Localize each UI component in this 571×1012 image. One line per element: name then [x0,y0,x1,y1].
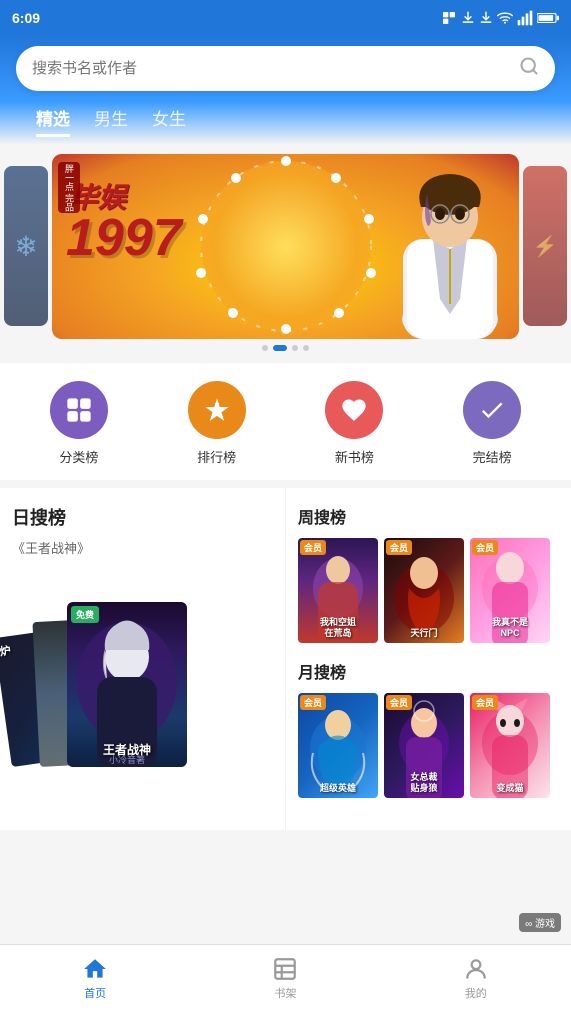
battery-icon [537,12,559,24]
week-book-3-badge: 会员 [472,540,498,555]
header-bg: 精选 男生 女生 [0,36,571,145]
status-time: 6:09 [12,10,40,26]
dot-3[interactable] [292,345,298,351]
day-chart-subtitle: 《王者战神》 [12,538,273,557]
download2-icon [479,11,493,25]
bottom-nav: 首页 书架 我的 [0,944,571,1012]
day-chart-title: 日搜榜 [12,504,273,530]
category-completed[interactable]: 完结榜 [463,381,521,466]
wifi-icon [497,10,513,26]
month-chart: 月搜榜 会员 超级英雄 [298,659,559,798]
status-icons [441,10,559,26]
tab-female[interactable]: 女生 [152,105,186,137]
banner-dots [0,345,571,351]
month-chart-title: 月搜榜 [298,659,559,683]
book-badge-free: 免费 [71,606,99,623]
nav-bookshelf-label: 书架 [274,985,296,1001]
month-book-3-badge: 会员 [472,695,498,710]
category-completed-label: 完结榜 [473,447,512,466]
week-book-3[interactable]: 会员 我真不是NPC [470,538,550,643]
watermark: ∞ 游戏 [519,913,561,932]
week-book-2[interactable]: 会员 天行门 [384,538,464,643]
book-stack: 炉 小冷音著 区 [12,567,273,767]
charts-section: 日搜榜 《王者战神》 炉 小冷音著 区 [0,488,571,830]
book-front-author: 小冷音著 [71,753,183,766]
month-book-1[interactable]: 会员 超级英雄 [298,693,378,798]
banner-label: 胖一点 完品 [58,162,80,214]
nav-bookshelf[interactable]: 书架 [190,956,380,1001]
nav-home-label: 首页 [84,985,106,1001]
week-book-3-title: 我真不是NPC [472,617,548,639]
home-icon [82,956,108,982]
day-chart: 日搜榜 《王者战神》 炉 小冷音著 区 [0,488,286,830]
search-input[interactable] [32,60,511,77]
banner-main[interactable]: 胖一点 完品 毕娱 1997 [52,154,519,339]
category-completed-icon [463,381,521,439]
category-ranking-icon [188,381,246,439]
month-book-2-title: 女总裁贴身狼 [386,772,462,794]
category-classified[interactable]: 分类榜 [50,381,108,466]
banner-area: ❄ [0,145,571,355]
category-section: 分类榜 排行榜 新书榜 完结榜 [0,363,571,480]
category-new-icon [325,381,383,439]
notification-icon [441,10,457,26]
month-book-2[interactable]: 会员 女总裁贴身狼 [384,693,464,798]
profile-icon [463,956,489,982]
nav-home[interactable]: 首页 [0,956,190,1001]
status-bar: 6:09 [0,0,571,36]
search-icon [519,56,539,81]
week-chart: 周搜榜 会员 我和空姐在荒岛 [298,504,559,643]
category-classified-icon [50,381,108,439]
week-book-1-title: 我和空姐在荒岛 [300,617,376,639]
banner-year: 1997 [66,208,182,268]
banner-right: ⚡ [523,166,567,326]
month-book-1-badge: 会员 [300,695,326,710]
week-book-grid: 会员 我和空姐在荒岛 会员 天行门 [298,538,559,643]
nav-profile-label: 我的 [465,985,487,1001]
bookshelf-icon [272,956,298,982]
tab-featured[interactable]: 精选 [36,105,70,137]
category-ranking[interactable]: 排行榜 [188,381,246,466]
month-book-1-title: 超级英雄 [300,783,376,794]
book-front[interactable]: 免费 王者战神 小冷音著 [67,602,187,767]
dot-2[interactable] [273,345,287,351]
week-chart-title: 周搜榜 [298,504,559,528]
category-ranking-label: 排行榜 [197,447,236,466]
category-new[interactable]: 新书榜 [325,381,383,466]
banner-left: ❄ [4,166,48,326]
category-new-label: 新书榜 [335,447,374,466]
category-classified-label: 分类榜 [59,447,98,466]
signal-icon [517,10,533,26]
nav-profile[interactable]: 我的 [381,956,571,1001]
banner-container[interactable]: ❄ [0,151,571,341]
search-bar[interactable] [16,46,555,91]
dot-1[interactable] [262,345,268,351]
week-book-1[interactable]: 会员 我和空姐在荒岛 [298,538,378,643]
side-charts: 周搜榜 会员 我和空姐在荒岛 [286,488,571,830]
month-book-3[interactable]: 会员 变成猫 [470,693,550,798]
week-book-1-badge: 会员 [300,540,326,555]
week-book-2-badge: 会员 [386,540,412,555]
month-book-3-title: 变成猫 [472,783,548,794]
dot-4[interactable] [303,345,309,351]
month-book-grid: 会员 超级英雄 会员 女总裁贴身狼 [298,693,559,798]
week-book-2-title: 天行门 [386,628,462,639]
tab-male[interactable]: 男生 [94,105,128,137]
download1-icon [461,11,475,25]
tabs: 精选 男生 女生 [16,91,555,145]
month-book-2-badge: 会员 [386,695,412,710]
